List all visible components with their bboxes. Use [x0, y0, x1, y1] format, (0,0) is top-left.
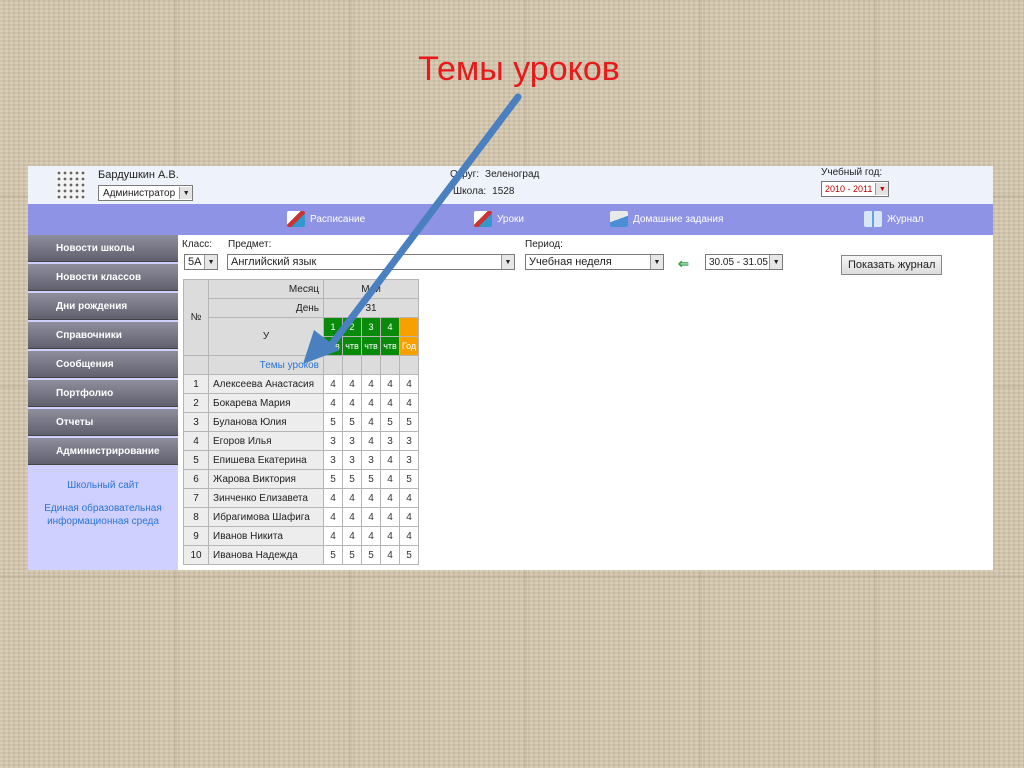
arrow-shaft	[328, 93, 522, 348]
annotation-arrow	[303, 93, 522, 364]
